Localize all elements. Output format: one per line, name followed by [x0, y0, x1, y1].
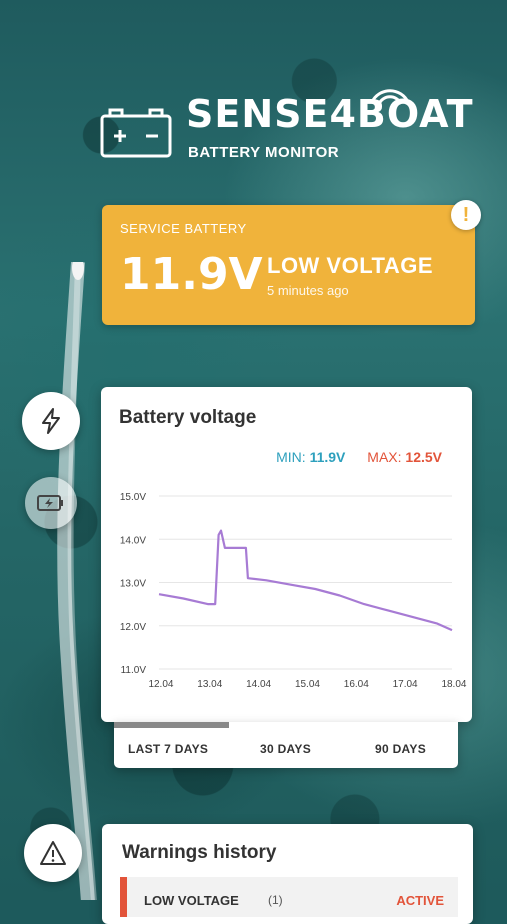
y-tick-label: 13.0V	[120, 579, 146, 590]
warning-count: (1)	[268, 893, 283, 907]
x-tick-label: 18.04	[441, 679, 466, 690]
battery-charging-button[interactable]	[25, 477, 77, 529]
x-tick-label: 12.04	[148, 679, 173, 690]
warning-status: ACTIVE	[396, 893, 444, 908]
battery-icon	[100, 108, 172, 158]
selected-tab-indicator	[114, 722, 229, 728]
alert-badge-icon: !	[451, 200, 481, 230]
x-tick-label: 15.04	[295, 679, 320, 690]
range-tabs: LAST 7 DAYS 30 DAYS 90 DAYS	[114, 722, 458, 768]
min-max-readout: MIN: 11.9V MAX: 12.5V	[276, 449, 442, 465]
tab-30-days[interactable]: 30 DAYS	[260, 742, 311, 756]
x-tick-label: 14.04	[246, 679, 271, 690]
lightning-icon	[42, 408, 60, 434]
x-tick-label: 17.04	[393, 679, 418, 690]
min-value: 11.9V	[309, 449, 346, 465]
y-tick-label: 15.0V	[120, 492, 146, 503]
max-value: 12.5V	[405, 449, 442, 465]
min-label: MIN:	[276, 449, 306, 465]
warnings-title: Warnings history	[122, 842, 277, 863]
voltage-chart-card: Battery voltage MIN: 11.9V MAX: 12.5V 11…	[101, 387, 472, 722]
voltage-series-line	[158, 529, 453, 632]
warnings-button[interactable]	[24, 824, 82, 882]
battery-alert-card[interactable]: SERVICE BATTERY 11.9V LOW VOLTAGE 5 minu…	[102, 205, 475, 325]
battery-category: SERVICE BATTERY	[120, 221, 247, 236]
y-tick-label: 12.0V	[120, 622, 146, 633]
lightning-button[interactable]	[22, 392, 80, 450]
brand-subtitle: BATTERY MONITOR	[188, 144, 340, 161]
max-label: MAX:	[367, 449, 402, 465]
voltage-line-chart: 11.0V 12.0V 13.0V 14.0V 15.0V 12.04 13.04 14.04…	[120, 492, 467, 690]
tab-90-days[interactable]: 90 DAYS	[375, 742, 426, 756]
y-tick-label: 14.0V	[120, 535, 146, 546]
y-tick-label: 11.0V	[121, 665, 147, 676]
warning-row[interactable]: LOW VOLTAGE (1) ACTIVE	[120, 877, 458, 917]
battery-voltage: 11.9V	[120, 249, 263, 300]
x-tick-label: 16.04	[344, 679, 369, 690]
battery-time-ago: 5 minutes ago	[267, 283, 349, 298]
warning-severity-stripe	[120, 877, 127, 917]
chart-title: Battery voltage	[119, 407, 257, 428]
brand-logo: SENSE4BOAT BATTERY MONITOR	[100, 88, 473, 168]
warnings-history-card: Warnings history LOW VOLTAGE (1) ACTIVE	[102, 824, 473, 924]
warning-name: LOW VOLTAGE	[144, 893, 239, 908]
battery-status: LOW VOLTAGE	[267, 253, 433, 278]
x-tick-label: 13.04	[197, 679, 222, 690]
battery-charging-icon	[37, 495, 63, 511]
brand-name: SENSE4BOAT	[186, 92, 474, 136]
tab-last-7-days[interactable]: LAST 7 DAYS	[128, 742, 208, 756]
warning-icon	[40, 841, 66, 865]
